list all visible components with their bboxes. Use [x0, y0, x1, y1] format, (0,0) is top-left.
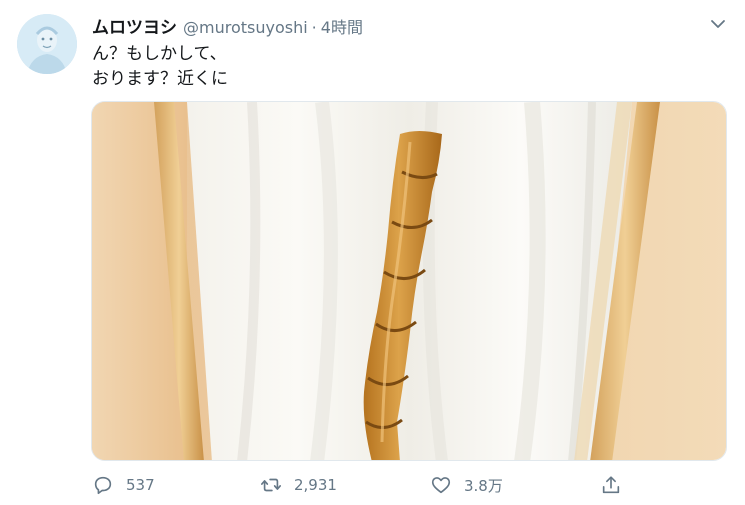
- display-name[interactable]: ムロツヨシ: [92, 13, 177, 38]
- tweet-text-line: ん？もしかして、: [92, 44, 227, 64]
- retweet-button[interactable]: 2,931: [260, 472, 337, 498]
- photo-curtain-staff: [92, 102, 726, 460]
- share-icon: [602, 476, 620, 494]
- retweet-icon: [261, 478, 281, 492]
- tweet-photo[interactable]: [91, 101, 727, 461]
- like-count: 3.8万: [464, 476, 503, 495]
- user-handle[interactable]: @murotsuyoshi: [183, 18, 308, 37]
- separator-dot: ·: [311, 18, 317, 37]
- tweet-header: ムロツヨシ @murotsuyoshi · 4時間: [92, 13, 363, 38]
- tweet-actions: 537 2,931 3.8万: [92, 472, 632, 498]
- tweet-text-line: おります？近くに: [92, 69, 228, 89]
- tweet-text: ん？もしかして、 おります？近くに: [92, 42, 228, 92]
- retweet-count: 2,931: [294, 476, 337, 494]
- like-icon: [431, 477, 451, 494]
- timestamp[interactable]: 4時間: [321, 14, 363, 38]
- avatar-image: [17, 14, 77, 74]
- avatar[interactable]: [17, 14, 77, 74]
- like-button[interactable]: 3.8万: [430, 472, 503, 498]
- reply-icon: [94, 476, 112, 495]
- share-button[interactable]: [600, 472, 622, 498]
- reply-button[interactable]: 537: [92, 472, 155, 498]
- reply-count: 537: [126, 476, 155, 494]
- chevron-down-icon[interactable]: [708, 16, 728, 32]
